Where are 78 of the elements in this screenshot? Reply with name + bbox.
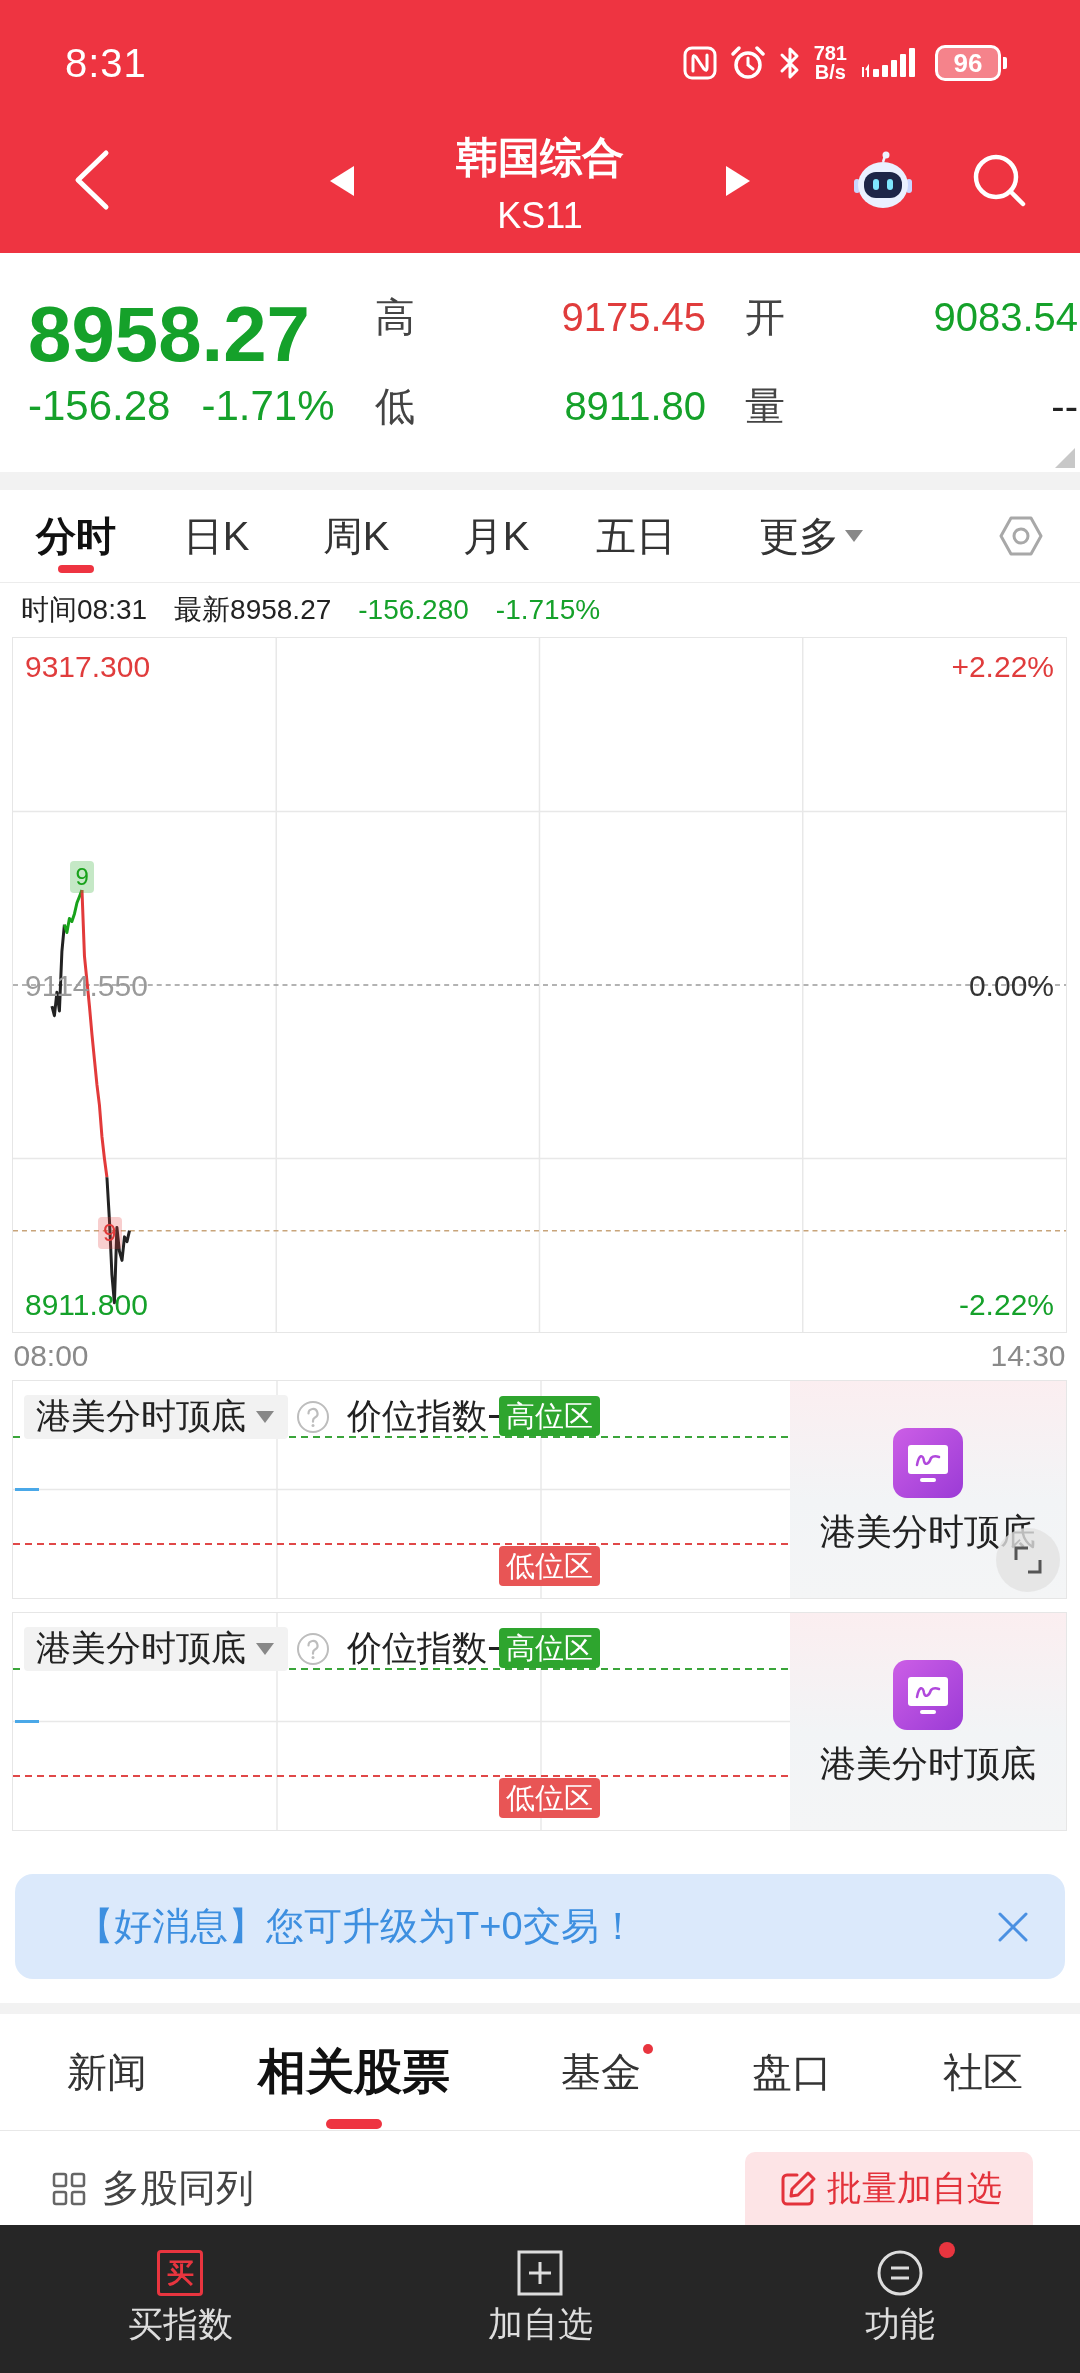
indicator-dropdown[interactable]: 港美分时顶底 (24, 1626, 288, 1671)
indicator-label: 价位指数 (347, 1395, 487, 1437)
high-zone-tag: 高位区 (499, 1396, 600, 1436)
chart-info-text: 最新8958.27 (174, 593, 332, 627)
grid-icon (52, 2171, 86, 2206)
stat-value: 8911.80 (563, 383, 706, 429)
search-icon[interactable] (972, 153, 1026, 207)
plus-square-icon (517, 2250, 563, 2296)
time-axis-label: 14:30 (990, 1339, 1066, 1373)
percent-axis-label: 0.00% (968, 969, 1054, 1003)
bluetooth-icon (778, 46, 801, 80)
percent-axis-label: -2.22% (958, 1288, 1054, 1323)
monitor-chart-icon (893, 1659, 963, 1730)
stat-label: 高 (375, 293, 416, 341)
promo-title: 港美分时顶底 (820, 1743, 1036, 1784)
chart-tab[interactable]: 五日 (566, 490, 706, 582)
low-zone-tag: 低位区 (499, 1546, 600, 1586)
price-axis-label: 8911.800 (25, 1288, 148, 1323)
chart-tab[interactable]: 日K (146, 490, 286, 582)
stat-value: -- (1050, 383, 1078, 429)
menu-icon (877, 2250, 923, 2296)
nav-item[interactable]: 买 买指数 (0, 2225, 360, 2373)
price-change: -156.28 (28, 382, 171, 430)
network-speed: 781 B/s (813, 44, 847, 82)
chart-tab[interactable]: 月K (426, 490, 566, 582)
indicator-label: 价位指数 (347, 1627, 487, 1669)
caret-icon (256, 1642, 274, 1655)
buy-tag: 买 (157, 2250, 203, 2296)
chart-info-text: -1.715% (495, 594, 601, 626)
nav-item[interactable]: 加自选 (360, 2225, 720, 2373)
status-time: 8:31 (65, 40, 147, 87)
batch-add-button[interactable]: 批量加自选 (745, 2152, 1033, 2225)
indicator-line (15, 1720, 39, 1723)
stat-label: 开 (745, 293, 786, 341)
close-icon[interactable] (998, 1911, 1028, 1942)
indicator-dropdown[interactable]: 港美分时顶底 (24, 1394, 288, 1439)
section-tab[interactable]: 基金 (561, 2014, 641, 2130)
stat-value: 9175.45 (560, 294, 706, 340)
price-axis-label: 9317.300 (25, 649, 151, 684)
settings-icon[interactable] (999, 514, 1043, 558)
corner-triangle-icon (1055, 448, 1075, 468)
caret-icon (256, 1410, 274, 1423)
alarm-icon (729, 45, 766, 81)
stock-title: 韩国综合 (456, 133, 624, 183)
last-price: 8958.27 (28, 294, 311, 374)
left-triangle-icon[interactable] (329, 165, 355, 197)
high-zone-tag: 高位区 (499, 1628, 600, 1668)
nfc-icon (682, 46, 717, 80)
chart-tab[interactable]: 更多 (706, 490, 916, 582)
caret-icon (845, 530, 863, 542)
stat-value: 9083.54 (932, 294, 1078, 340)
section-tab[interactable]: 相关股票 (258, 2014, 450, 2130)
section-tab[interactable]: 社区 (943, 2014, 1023, 2130)
monitor-chart-icon (893, 1427, 963, 1498)
promo-title: 港美分时顶底 (820, 1511, 1036, 1552)
stock-code: KS11 (497, 194, 583, 238)
indicator-line (15, 1488, 39, 1491)
chart-info-text: -156.280 (358, 594, 469, 626)
chart-info-text: 时间08:31 (21, 593, 148, 627)
signal-tag: 9 (70, 860, 95, 893)
chart-tab[interactable]: 分时 (6, 490, 146, 582)
battery-indicator: 96 (935, 45, 1007, 81)
section-tab[interactable]: 盘口 (752, 2014, 832, 2130)
promo-card[interactable]: 港美分时顶底 (790, 1381, 1066, 1598)
low-zone-tag: 低位区 (499, 1778, 600, 1818)
stat-label: 低 (375, 382, 416, 430)
section-tab[interactable]: 新闻 (67, 2014, 147, 2130)
nav-item[interactable]: 功能 (720, 2225, 1080, 2373)
price-change-percent: -1.71% (201, 382, 335, 430)
percent-axis-label: +2.22% (951, 649, 1054, 684)
time-axis-label: 08:00 (13, 1339, 89, 1373)
stat-label: 量 (745, 382, 786, 430)
right-triangle-icon[interactable] (725, 165, 751, 197)
promo-card[interactable]: 港美分时顶底 (790, 1613, 1066, 1830)
chart-tab[interactable]: 周K (286, 490, 426, 582)
multi-stock-button[interactable]: 多股同列 (52, 2152, 254, 2225)
edit-icon (779, 2169, 817, 2208)
robot-icon[interactable] (854, 151, 912, 209)
